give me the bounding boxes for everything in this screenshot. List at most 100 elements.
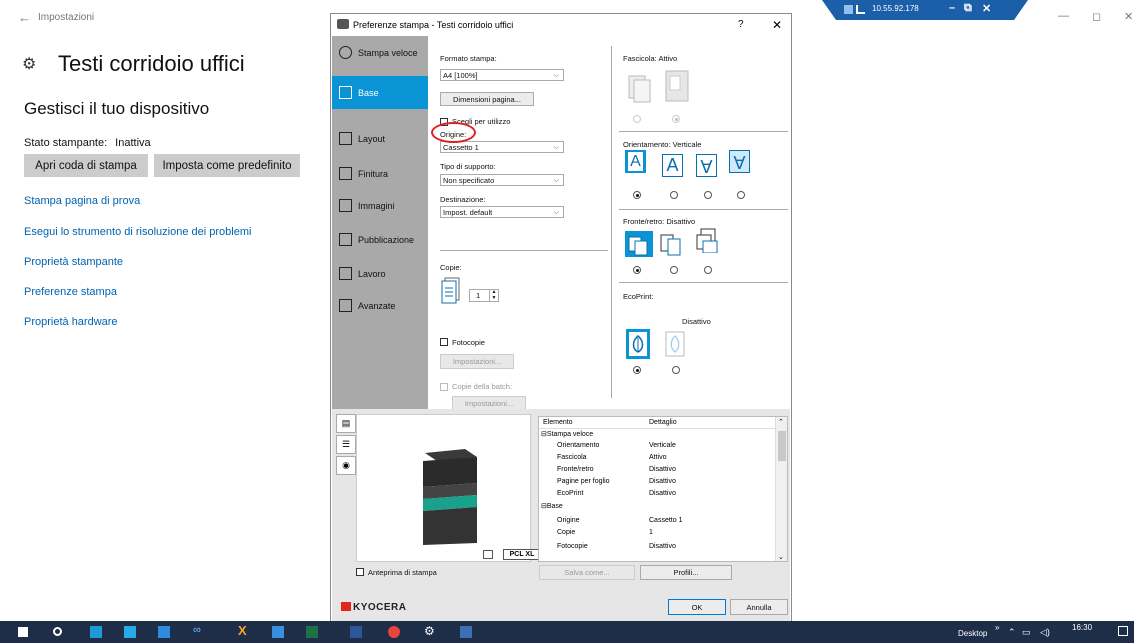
printer-preview-tab-icon[interactable]: ▤ [336, 414, 356, 433]
collate-off-radio[interactable] [633, 115, 641, 123]
duplex-radio-3[interactable] [704, 266, 712, 274]
remote-minimize-icon[interactable]: – [949, 2, 955, 14]
search-icon[interactable] [53, 627, 62, 636]
orient-radio-1[interactable] [633, 191, 641, 199]
dialog-close-button[interactable]: ✕ [772, 18, 782, 32]
file-explorer-icon[interactable] [90, 626, 102, 638]
link-print-preferences[interactable]: Preferenze stampa [24, 286, 117, 298]
word-icon[interactable] [350, 626, 362, 638]
orient-radio-2[interactable] [670, 191, 678, 199]
scroll-thumb[interactable] [778, 431, 786, 461]
duplex-radio-2[interactable] [670, 266, 678, 274]
remote-restore-icon[interactable]: ⧉ [964, 2, 972, 15]
pin-icon[interactable] [844, 5, 853, 14]
copie-stepper[interactable]: 1 ▲ ▼ [469, 289, 499, 302]
duplex-off-icon[interactable] [625, 231, 653, 257]
close-icon[interactable]: ✕ [1124, 10, 1133, 23]
app-icon-1[interactable] [124, 626, 136, 638]
nav-item-base[interactable]: Base [332, 76, 428, 109]
link-hardware-properties[interactable]: Proprietà hardware [24, 316, 118, 328]
nav-label: Finitura [358, 168, 389, 179]
color-preview-tab-icon[interactable]: ◉ [336, 456, 356, 475]
remote-close-icon[interactable]: ✕ [982, 2, 991, 15]
collate-icons [628, 70, 689, 103]
stepper-arrows-icon[interactable]: ▲ ▼ [489, 289, 498, 301]
x-app-icon[interactable]: X [238, 623, 250, 638]
orient-radio-4[interactable] [737, 191, 745, 199]
link-troubleshoot[interactable]: Esegui lo strumento di risoluzione dei p… [24, 226, 251, 238]
set-default-button[interactable]: Imposta come predefinito [154, 154, 300, 177]
table-scrollbar[interactable]: ⌃ ⌄ [775, 417, 787, 561]
maximize-icon[interactable]: ◻ [1092, 10, 1101, 23]
ecoprint-radio-1[interactable] [633, 366, 641, 374]
orient-radio-3[interactable] [704, 191, 712, 199]
scroll-up-icon[interactable]: ⌃ [778, 418, 784, 426]
ecoprint-on-icon[interactable] [665, 331, 685, 357]
chevron-up-icon[interactable]: ⌃ [1008, 627, 1016, 638]
windows-start-icon[interactable] [18, 627, 28, 637]
orient-rotated-icon[interactable]: A [696, 154, 717, 177]
help-button[interactable]: ? [738, 19, 744, 30]
toolbar-chevron[interactable]: » [995, 623, 999, 632]
dimensioni-pagina-button[interactable]: Dimensioni pagina... [440, 92, 534, 106]
profili-button[interactable]: Profili... [640, 565, 732, 580]
origine-select[interactable]: Cassetto 1 ⌵ [440, 141, 564, 153]
desktop-label[interactable]: Desktop [958, 629, 987, 638]
dialog-titlebar: Preferenze stampa - Testi corridoio uffi… [331, 14, 791, 36]
duplex-long-icon[interactable] [658, 231, 686, 257]
batch-checkbox[interactable] [440, 383, 448, 391]
nav-item-immagini[interactable]: Immagini [332, 189, 428, 222]
link-printer-properties[interactable]: Proprietà stampante [24, 256, 123, 268]
fotocopie-checkbox[interactable] [440, 338, 448, 346]
app-icon-2[interactable] [158, 626, 170, 638]
infinity-app-icon[interactable]: ∞ [193, 624, 205, 636]
formato-select[interactable]: A4 [100%] ⌵ [440, 69, 564, 81]
settings-gear-icon[interactable]: ⚙ [424, 624, 436, 638]
chrome-icon[interactable] [388, 626, 400, 638]
open-queue-button[interactable]: Apri coda di stampa [24, 154, 148, 177]
salva-come-button[interactable]: Salva come... [539, 565, 635, 580]
orient-landscape-icon[interactable]: A [729, 150, 750, 173]
link-test-page[interactable]: Stampa pagina di prova [24, 195, 140, 207]
annulla-button[interactable]: Annulla [730, 599, 788, 615]
nav-item-finitura[interactable]: Finitura [332, 157, 428, 190]
nav-item-pubblicazione[interactable]: Pubblicazione [332, 223, 428, 256]
remote-desktop-icon[interactable] [460, 626, 472, 638]
table-row: Orientamento Verticale [539, 442, 775, 452]
ecoprint-radio-2[interactable] [672, 366, 680, 374]
anteprima-checkbox[interactable] [356, 568, 364, 576]
ecoprint-off-icon[interactable] [626, 329, 650, 359]
orient-portrait-alt-icon[interactable]: A [662, 154, 683, 177]
app-icon-3[interactable] [272, 626, 284, 638]
row-item: EcoPrint [557, 490, 584, 497]
duplex-radio-1[interactable] [633, 266, 641, 274]
volume-icon[interactable]: ◁) [1040, 627, 1050, 638]
destinazione-select[interactable]: Impost. default ⌵ [440, 206, 564, 218]
supporto-select[interactable]: Non specificato ⌵ [440, 174, 564, 186]
header-dettaglio: Dettaglio [649, 419, 677, 426]
layout-icon [339, 132, 352, 145]
back-arrow-icon[interactable]: ← [18, 10, 31, 25]
collate-on-radio[interactable] [672, 115, 680, 123]
excel-icon[interactable] [306, 626, 318, 638]
fotocopie-impostazioni-button[interactable]: Impostazioni... [440, 354, 514, 369]
scroll-down-icon[interactable]: ⌄ [778, 553, 784, 561]
network-icon[interactable]: ▭ [1022, 627, 1031, 638]
duplex-short-icon[interactable] [693, 227, 721, 253]
nav-item-avanzate[interactable]: Avanzate [332, 289, 428, 322]
destinazione-value: Impost. default [443, 208, 493, 217]
row-detail: Attivo [649, 454, 667, 461]
nav-item-layout[interactable]: Layout [332, 122, 428, 155]
settings-summary-table: Elemento Dettaglio ⊟Stampa veloce Orient… [538, 416, 788, 562]
printer-illustration [423, 449, 477, 545]
minimize-icon[interactable]: — [1058, 10, 1069, 22]
divider [619, 209, 788, 210]
ok-button[interactable]: OK [668, 599, 726, 615]
document-preview-tab-icon[interactable]: ☰ [336, 435, 356, 454]
preview-area: ▤ ☰ ◉ PCL XL Elemento Dettaglio ⊟Stampa … [332, 409, 790, 584]
notifications-icon[interactable] [1118, 626, 1128, 636]
clock-time[interactable]: 16:30 [1072, 623, 1092, 632]
nav-item-lavoro[interactable]: Lavoro [332, 257, 428, 290]
nav-item-stampa-veloce[interactable]: Stampa veloce [332, 36, 428, 69]
orient-portrait-icon[interactable]: A [625, 150, 646, 173]
